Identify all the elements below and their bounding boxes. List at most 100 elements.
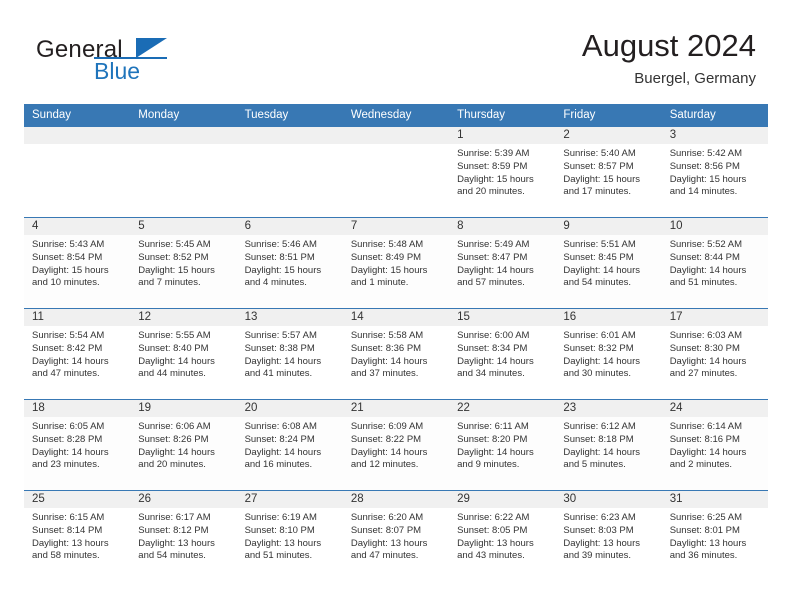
sunset-line: Sunset: 8:32 PM [563, 342, 634, 354]
daylight-line-2: and 9 minutes. [457, 459, 520, 471]
day-cell[interactable]: 9 Sunrise: 5:51 AM Sunset: 8:45 PM Daylight… [555, 217, 662, 309]
day-cell[interactable]: 16 Sunrise: 6:01 AM Sunset: 8:32 PM Dayligh… [555, 308, 662, 400]
brand-logo[interactable]: General Blue [36, 36, 296, 92]
day-details: Sunrise: 6:03 AM Sunset: 8:30 PM Daylight:… [662, 326, 768, 381]
sunrise-line: Sunrise: 6:20 AM [350, 512, 424, 523]
day-details: Sunrise: 6:01 AM Sunset: 8:32 PM Daylight:… [555, 326, 661, 381]
day-cell[interactable]: 20 Sunrise: 6:08 AM Sunset: 8:24 PM Dayligh… [236, 399, 343, 491]
sunrise-line: Sunrise: 6:19 AM [244, 512, 317, 523]
day-cell[interactable]: 7 Sunrise: 5:48 AM Sunset: 8:49 PM Daylight… [342, 217, 450, 309]
day-cell[interactable]: 19 Sunrise: 6:06 AM Sunset: 8:26 PM Dayligh… [130, 399, 237, 491]
day-details [343, 144, 449, 148]
day-cell[interactable] [130, 126, 237, 218]
daylight-line-1: Daylight: 14 hours [138, 446, 215, 458]
sunset-line: Sunset: 8:18 PM [563, 433, 634, 445]
day-cell[interactable]: 14 Sunrise: 5:58 AM Sunset: 8:36 PM Dayligh… [342, 308, 450, 400]
sunset-line: Sunset: 8:10 PM [244, 524, 315, 536]
daylight-line-1: Daylight: 13 hours [32, 537, 109, 549]
day-cell[interactable]: 27 Sunrise: 6:19 AM Sunset: 8:10 PM Dayligh… [236, 490, 343, 581]
day-cell[interactable]: 15 Sunrise: 6:00 AM Sunset: 8:34 PM Dayligh… [449, 308, 556, 400]
sunset-line: Sunset: 8:26 PM [138, 433, 209, 445]
sunset-line: Sunset: 8:30 PM [669, 342, 740, 354]
daylight-line-2: and 54 minutes. [563, 277, 632, 289]
day-number: 21 [342, 400, 450, 417]
daylight-line-2: and 51 minutes. [244, 550, 313, 562]
day-cell[interactable]: 23 Sunrise: 6:12 AM Sunset: 8:18 PM Dayligh… [555, 399, 662, 491]
daylight-line-2: and 2 minutes. [669, 459, 733, 471]
day-cell[interactable] [342, 126, 450, 218]
day-number: 6 [236, 218, 343, 235]
day-cell[interactable]: 17 Sunrise: 6:03 AM Sunset: 8:30 PM Dayligh… [661, 308, 768, 400]
daylight-line-1: Daylight: 13 hours [457, 537, 534, 549]
calendar-week-row: 4 Sunrise: 5:43 AM Sunset: 8:54 PM Daylight… [24, 217, 768, 309]
calendar-body: 1 Sunrise: 5:39 AM Sunset: 8:59 PM Daylight… [24, 126, 768, 581]
day-number: 12 [130, 309, 237, 326]
daylight-line-2: and 1 minute. [350, 277, 409, 289]
day-cell[interactable]: 11 Sunrise: 5:54 AM Sunset: 8:42 PM Dayligh… [24, 308, 131, 400]
day-cell[interactable]: 18 Sunrise: 6:05 AM Sunset: 8:28 PM Dayligh… [24, 399, 131, 491]
day-cell[interactable]: 24 Sunrise: 6:14 AM Sunset: 8:16 PM Dayligh… [661, 399, 768, 491]
day-cell[interactable]: 1 Sunrise: 5:39 AM Sunset: 8:59 PM Daylight… [449, 126, 556, 218]
daylight-line-1: Daylight: 13 hours [669, 537, 747, 549]
day-cell[interactable]: 30 Sunrise: 6:23 AM Sunset: 8:03 PM Dayligh… [555, 490, 662, 581]
weekday-header-saturday: Saturday [661, 104, 768, 127]
day-cell[interactable]: 21 Sunrise: 6:09 AM Sunset: 8:22 PM Dayligh… [342, 399, 450, 491]
day-cell[interactable]: 25 Sunrise: 6:15 AM Sunset: 8:14 PM Dayligh… [24, 490, 131, 581]
day-cell[interactable]: 12 Sunrise: 5:55 AM Sunset: 8:40 PM Dayligh… [130, 308, 237, 400]
day-number: 2 [555, 127, 662, 144]
day-cell[interactable]: 10 Sunrise: 5:52 AM Sunset: 8:44 PM Dayligh… [661, 217, 768, 309]
sunset-line: Sunset: 8:36 PM [350, 342, 422, 354]
day-cell[interactable]: 3 Sunrise: 5:42 AM Sunset: 8:56 PM Daylight… [661, 126, 768, 218]
sunset-line: Sunset: 8:07 PM [350, 524, 422, 536]
day-cell[interactable]: 26 Sunrise: 6:17 AM Sunset: 8:12 PM Dayligh… [130, 490, 237, 581]
day-number: 30 [555, 491, 662, 508]
day-cell[interactable]: 31 Sunrise: 6:25 AM Sunset: 8:01 PM Dayligh… [661, 490, 768, 581]
sunrise-line: Sunrise: 5:54 AM [32, 330, 105, 341]
sunrise-line: Sunrise: 5:46 AM [244, 239, 317, 250]
day-cell[interactable]: 6 Sunrise: 5:46 AM Sunset: 8:51 PM Daylight… [236, 217, 343, 309]
day-cell[interactable]: 22 Sunrise: 6:11 AM Sunset: 8:20 PM Dayligh… [449, 399, 556, 491]
sunrise-line: Sunrise: 5:49 AM [457, 239, 530, 250]
sunset-line: Sunset: 8:45 PM [563, 251, 634, 263]
page-header: General Blue August 2024 Buergel, German… [0, 0, 792, 104]
day-cell[interactable]: 4 Sunrise: 5:43 AM Sunset: 8:54 PM Daylight… [24, 217, 131, 309]
day-number: 13 [236, 309, 343, 326]
day-cell[interactable]: 28 Sunrise: 6:20 AM Sunset: 8:07 PM Dayligh… [342, 490, 450, 581]
sunset-line: Sunset: 8:51 PM [244, 251, 315, 263]
daylight-line-2: and 47 minutes. [350, 550, 419, 562]
day-number: 8 [449, 218, 556, 235]
day-details: Sunrise: 6:09 AM Sunset: 8:22 PM Daylight:… [343, 417, 449, 472]
day-details: Sunrise: 6:06 AM Sunset: 8:26 PM Daylight:… [130, 417, 236, 472]
daylight-line-2: and 4 minutes. [244, 277, 307, 289]
day-details: Sunrise: 5:48 AM Sunset: 8:49 PM Daylight:… [343, 235, 449, 290]
day-cell[interactable]: 29 Sunrise: 6:22 AM Sunset: 8:05 PM Dayligh… [449, 490, 556, 581]
day-details: Sunrise: 5:51 AM Sunset: 8:45 PM Daylight:… [555, 235, 661, 290]
day-details: Sunrise: 5:45 AM Sunset: 8:52 PM Daylight:… [130, 235, 236, 290]
sunrise-line: Sunrise: 5:57 AM [244, 330, 317, 341]
day-number: 31 [661, 491, 768, 508]
daylight-line-1: Daylight: 13 hours [563, 537, 640, 549]
day-cell[interactable]: 13 Sunrise: 5:57 AM Sunset: 8:38 PM Dayligh… [236, 308, 343, 400]
day-cell[interactable]: 8 Sunrise: 5:49 AM Sunset: 8:47 PM Daylight… [449, 217, 556, 309]
day-cell[interactable]: 5 Sunrise: 5:45 AM Sunset: 8:52 PM Daylight… [130, 217, 237, 309]
weekday-header-wednesday: Wednesday [342, 104, 450, 127]
daylight-line-1: Daylight: 14 hours [457, 355, 534, 367]
calendar-week-row: 25 Sunrise: 6:15 AM Sunset: 8:14 PM Dayligh… [24, 490, 768, 581]
sunset-line: Sunset: 8:56 PM [669, 160, 740, 172]
day-number: 25 [24, 491, 131, 508]
day-details: Sunrise: 6:00 AM Sunset: 8:34 PM Daylight:… [449, 326, 555, 381]
daylight-line-1: Daylight: 15 hours [669, 173, 747, 185]
sunrise-line: Sunrise: 6:08 AM [244, 421, 317, 432]
day-details [24, 144, 130, 148]
sunset-line: Sunset: 8:57 PM [563, 160, 634, 172]
sunrise-line: Sunrise: 5:51 AM [563, 239, 636, 250]
sunrise-line: Sunrise: 6:06 AM [138, 421, 211, 432]
weekday-header-monday: Monday [130, 104, 237, 127]
day-details: Sunrise: 5:57 AM Sunset: 8:38 PM Daylight:… [237, 326, 343, 381]
day-number: 18 [24, 400, 131, 417]
day-cell[interactable]: 2 Sunrise: 5:40 AM Sunset: 8:57 PM Daylight… [555, 126, 662, 218]
day-details: Sunrise: 5:43 AM Sunset: 8:54 PM Daylight:… [24, 235, 130, 290]
daylight-line-1: Daylight: 13 hours [244, 537, 322, 549]
day-cell[interactable] [24, 126, 131, 218]
day-cell[interactable] [236, 126, 343, 218]
